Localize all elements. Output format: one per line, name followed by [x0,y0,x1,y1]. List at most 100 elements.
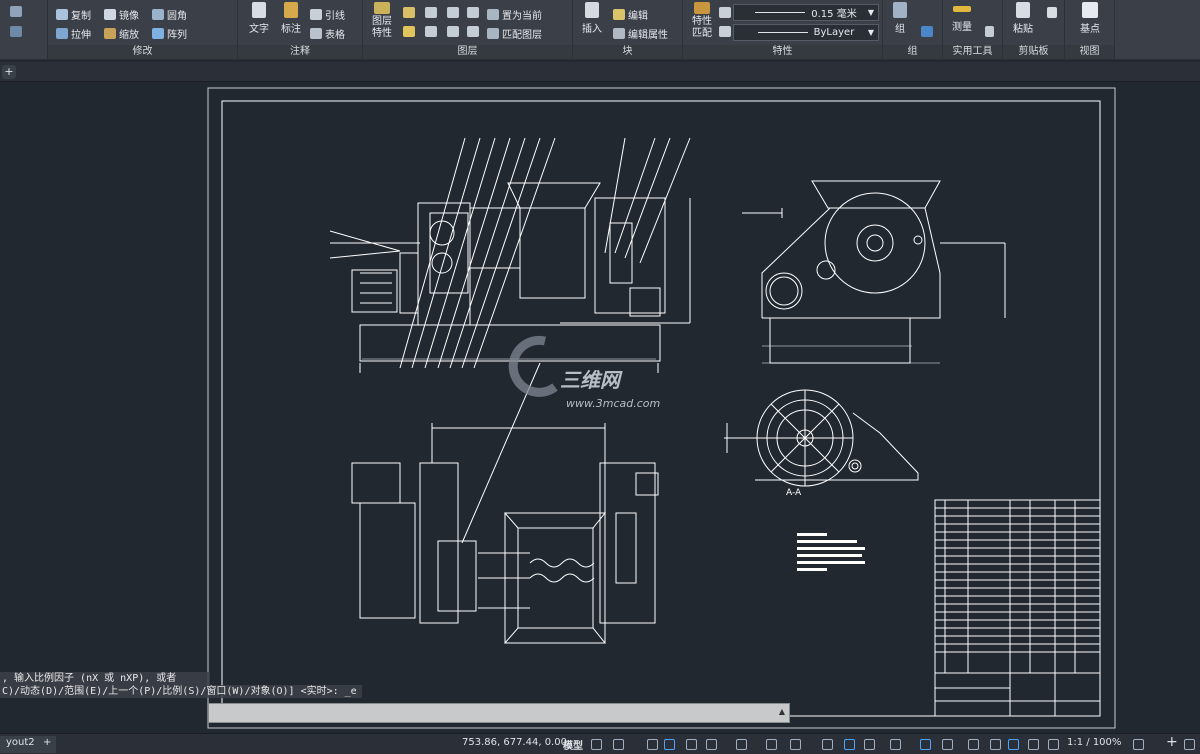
fillet-button[interactable]: 圆角 [152,7,187,22]
group-select-button[interactable] [921,26,933,37]
add-layout-button[interactable]: + [40,736,56,753]
drawing-viewport[interactable]: 三维网 www.3mcad.com A-A [0,83,1200,733]
lineweight-icon-button[interactable] [719,7,731,18]
quick-properties-icon[interactable] [942,739,953,750]
section-aa-drawing [724,389,919,487]
side-view-drawing [742,180,1006,364]
layer-tool-8[interactable] [467,26,479,37]
set-current-button[interactable]: 置为当前 [487,7,542,22]
layer-tool-6[interactable] [425,26,437,37]
osnap-icon[interactable] [736,739,747,750]
utilities-panel-title[interactable]: 实用工具 [943,45,1002,59]
scale-label: 缩放 [119,30,139,41]
status-bar: yout2 + 753.86, 677.44, 0.00 模型 1:1 / 10… [0,733,1200,754]
block-edit-icon [613,9,625,20]
layer-tool-7[interactable] [447,26,459,37]
layer-properties-button[interactable]: 图层 特性 [365,2,399,40]
grid-icon[interactable] [591,739,602,750]
ortho-icon[interactable] [647,739,658,750]
transparency-icon[interactable] [790,739,801,750]
table-icon [310,28,322,39]
layer-isolate-icon [425,7,437,18]
edit-attributes-button[interactable]: 编辑属性 [613,26,668,41]
array-button[interactable]: 阵列 [152,26,187,41]
isolate-objects-icon[interactable] [990,739,1001,750]
menu-icon[interactable] [1184,739,1195,750]
table-button[interactable]: 表格 [310,26,345,41]
snap-icon[interactable] [613,739,624,750]
copy-clip-button[interactable] [1047,7,1057,18]
annotation-scale-icon[interactable] [1048,739,1059,750]
insert-label: 插入 [582,24,602,35]
edit-attributes-icon [613,28,625,39]
group-button[interactable]: 组 [885,2,915,35]
tab-layout2[interactable]: yout2 [0,736,41,753]
annotation-visibility-icon[interactable] [1008,739,1019,750]
polar-icon[interactable] [664,739,675,750]
draw-tool-button[interactable] [10,6,22,17]
linetype-icon-button[interactable] [719,26,731,37]
command-history-line-2: C)/动态(D)/范围(E)/上一个(P)/比例(S)/窗口(W)/对象(O)]… [0,685,362,698]
copy-button[interactable]: 复制 [56,7,91,22]
3d-osnap-icon[interactable] [844,739,855,750]
stretch-button[interactable]: 拉伸 [56,26,91,41]
layer-tool-3[interactable] [447,7,459,18]
paste-button[interactable]: 粘贴 [1007,2,1039,35]
block-panel-title[interactable]: 块 [573,45,682,59]
model-space-button[interactable]: 模型 [563,737,583,752]
ribbon-panel-modify: 复制 镜像 圆角 拉伸 缩放 阵列 修改 [48,0,238,60]
text-button[interactable]: 文字 [242,2,276,35]
measure-button[interactable]: 测量 [945,2,979,33]
lineweight-value: 0.15 毫米 [811,9,857,20]
isodraft-icon[interactable] [686,739,697,750]
command-expand-icon[interactable]: ▲ [779,707,785,716]
match-layer-label: 匹配图层 [502,30,542,41]
command-input[interactable]: ▲ [208,703,790,723]
view-panel-title[interactable]: 视图 [1065,45,1114,59]
scale-icon [104,28,116,39]
group-label: 组 [895,24,905,35]
scale-button[interactable]: 缩放 [104,26,139,41]
calculator-button[interactable] [985,26,994,37]
auto-scale-icon[interactable] [1028,739,1039,750]
clipboard-panel-title[interactable]: 剪贴板 [1003,45,1064,59]
osnap-tracking-icon[interactable] [706,739,717,750]
selection-cycling-icon[interactable] [822,739,833,750]
layer-freeze-icon [447,7,459,18]
annotation-panel-title[interactable]: 注释 [238,45,362,59]
layer-tool-2[interactable] [425,7,437,18]
layer-tool-4[interactable] [467,7,479,18]
annotation-scale-value[interactable]: 1:1 / 100% [1067,737,1121,748]
match-properties-button[interactable]: 特性 匹配 [685,2,719,40]
annotation-monitor-icon[interactable] [890,739,901,750]
dimension-button[interactable]: 标注 [276,2,306,35]
lineweight-status-icon[interactable] [766,739,777,750]
units-icon[interactable] [920,739,931,750]
block-edit-button[interactable]: 编辑 [613,7,648,22]
layer-tool-1[interactable] [403,7,415,18]
layer-thaw-icon [447,26,459,37]
leader-button[interactable]: 引线 [310,7,345,22]
insert-button[interactable]: 插入 [575,2,609,35]
coordinates-readout[interactable]: 753.86, 677.44, 0.00 [462,737,567,748]
properties-panel-title[interactable]: 特性 [683,45,882,59]
layer-properties-label: 图层 特性 [372,16,392,39]
add-status-icon[interactable]: + [1166,734,1178,750]
mirror-button[interactable]: 镜像 [104,7,139,22]
lineweight-select[interactable]: 0.15 毫米 ▼ [733,4,879,21]
dynamic-ucs-icon[interactable] [864,739,875,750]
base-view-button[interactable]: 基点 [1073,2,1107,35]
linetype-select[interactable]: ByLayer ▼ [733,24,879,41]
gear-icon[interactable] [1133,739,1144,750]
group-icon [893,2,907,18]
lock-ui-icon[interactable] [968,739,979,750]
layer-tool-5[interactable] [403,26,415,37]
layers-panel-title[interactable]: 图层 [363,45,572,59]
groups-panel-title[interactable]: 组 [883,45,942,59]
drawing-canvas[interactable]: 三维网 www.3mcad.com A-A [0,83,1200,733]
draw-tool-button-2[interactable] [10,26,22,37]
new-tab-button[interactable]: + [2,65,16,79]
modify-panel-title[interactable]: 修改 [48,45,237,59]
match-layer-button[interactable]: 匹配图层 [487,26,542,41]
match-layer-icon [487,28,499,39]
